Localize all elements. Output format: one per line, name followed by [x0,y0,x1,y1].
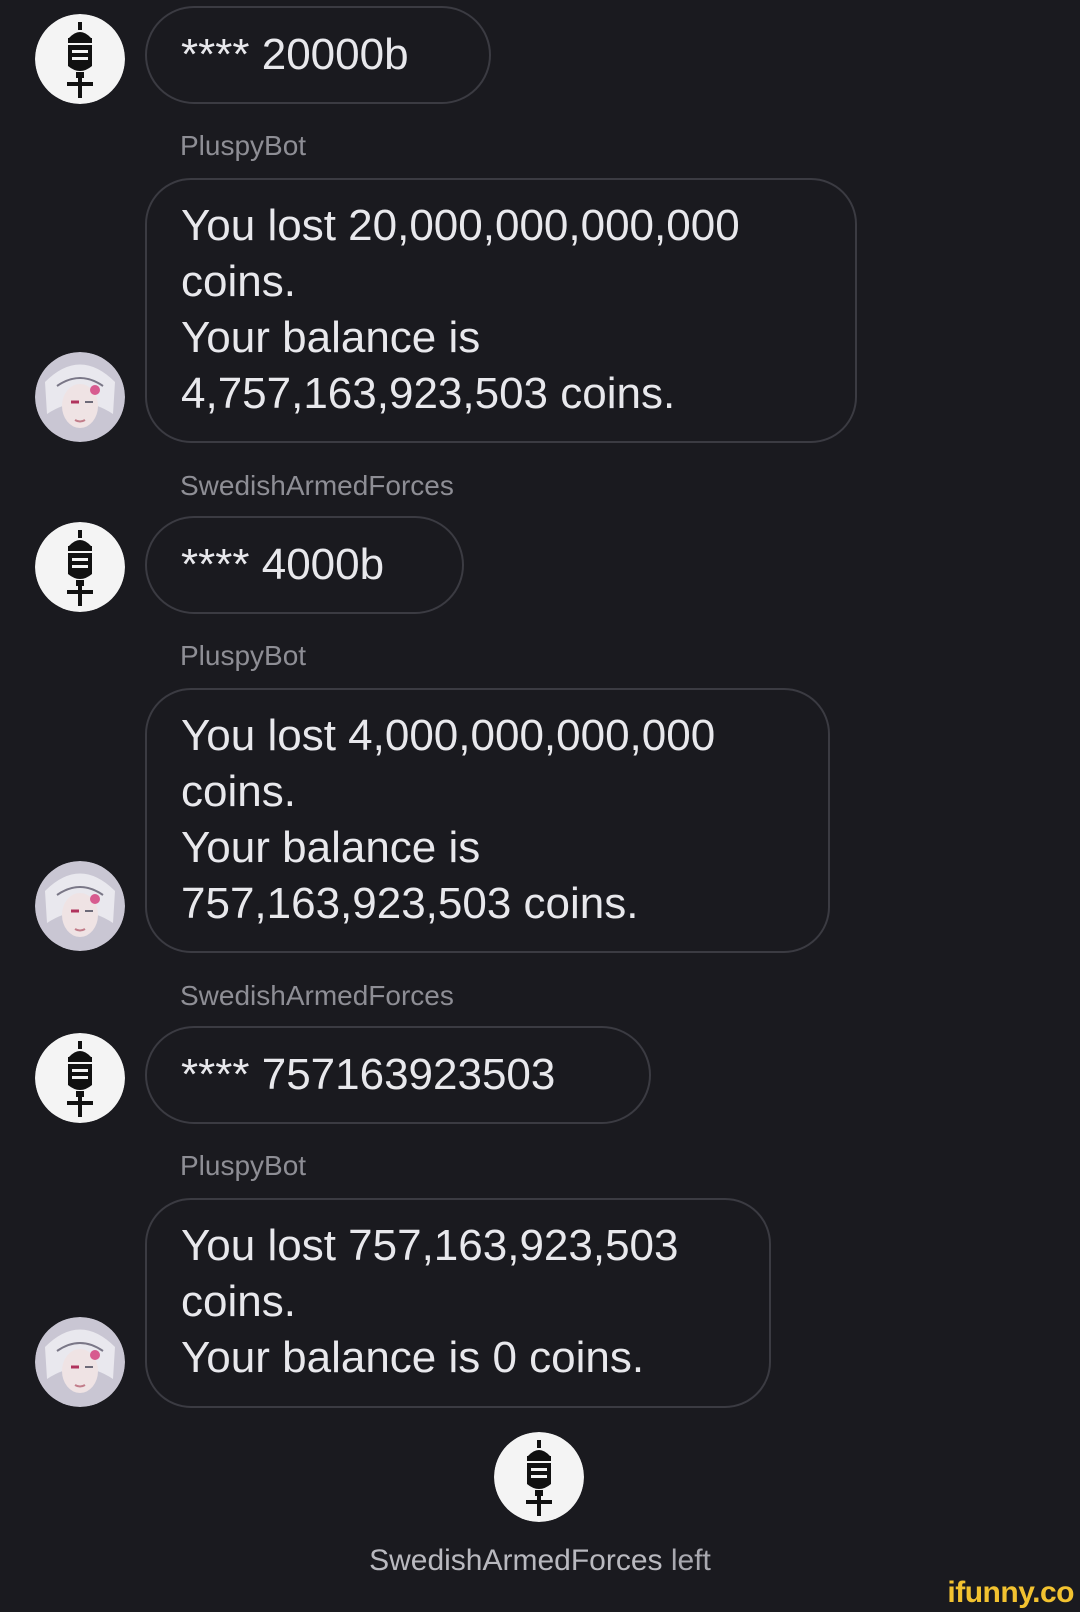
message-bubble: You lost 20,000,000,000,000 coins. Your … [145,178,857,443]
message-bubble: **** 4000b [145,516,464,614]
message-text: You lost 20,000,000,000,000 [181,201,740,250]
sender-name[interactable]: PluspyBot [180,640,306,672]
sender-name[interactable]: SwedishArmedForces [180,980,454,1012]
army-avatar-icon[interactable] [494,1432,584,1522]
bot-avatar-icon[interactable] [35,861,125,951]
bot-avatar-icon[interactable] [35,352,125,442]
bot-avatar-icon[interactable] [35,1317,125,1407]
message-text: coins. [181,1277,296,1326]
army-avatar-icon[interactable] [35,522,125,612]
sender-name[interactable]: SwedishArmedForces [180,470,454,502]
message-text: Your balance is [181,823,481,872]
watermark-logo: ifunny.co [947,1576,1074,1609]
message-text: 4,757,163,923,503 coins. [181,369,676,418]
sender-name[interactable]: PluspyBot [180,1150,306,1182]
message-text: Your balance is 0 coins. [181,1333,645,1382]
message-text: **** 757163923503 [181,1050,556,1099]
message-text: 757,163,923,503 coins. [181,879,639,928]
message-text: **** 4000b [181,540,385,589]
message-bubble: You lost 757,163,923,503 coins. Your bal… [145,1198,771,1408]
message-text: coins. [181,767,296,816]
message-bubble: You lost 4,000,000,000,000 coins. Your b… [145,688,830,953]
message-bubble: **** 20000b [145,6,491,104]
sender-name[interactable]: PluspyBot [180,130,306,162]
army-avatar-icon[interactable] [35,14,125,104]
system-user-name[interactable]: SwedishArmedForces [369,1544,662,1577]
system-message: SwedishArmedForces left [0,1544,1080,1578]
message-text: You lost 757,163,923,503 [181,1221,679,1270]
army-avatar-icon[interactable] [35,1033,125,1123]
message-text: **** 20000b [181,30,409,79]
message-text: Your balance is [181,313,481,362]
message-text: You lost 4,000,000,000,000 [181,711,716,760]
message-bubble: **** 757163923503 [145,1026,651,1124]
system-action: left [670,1544,711,1577]
message-text: coins. [181,257,296,306]
